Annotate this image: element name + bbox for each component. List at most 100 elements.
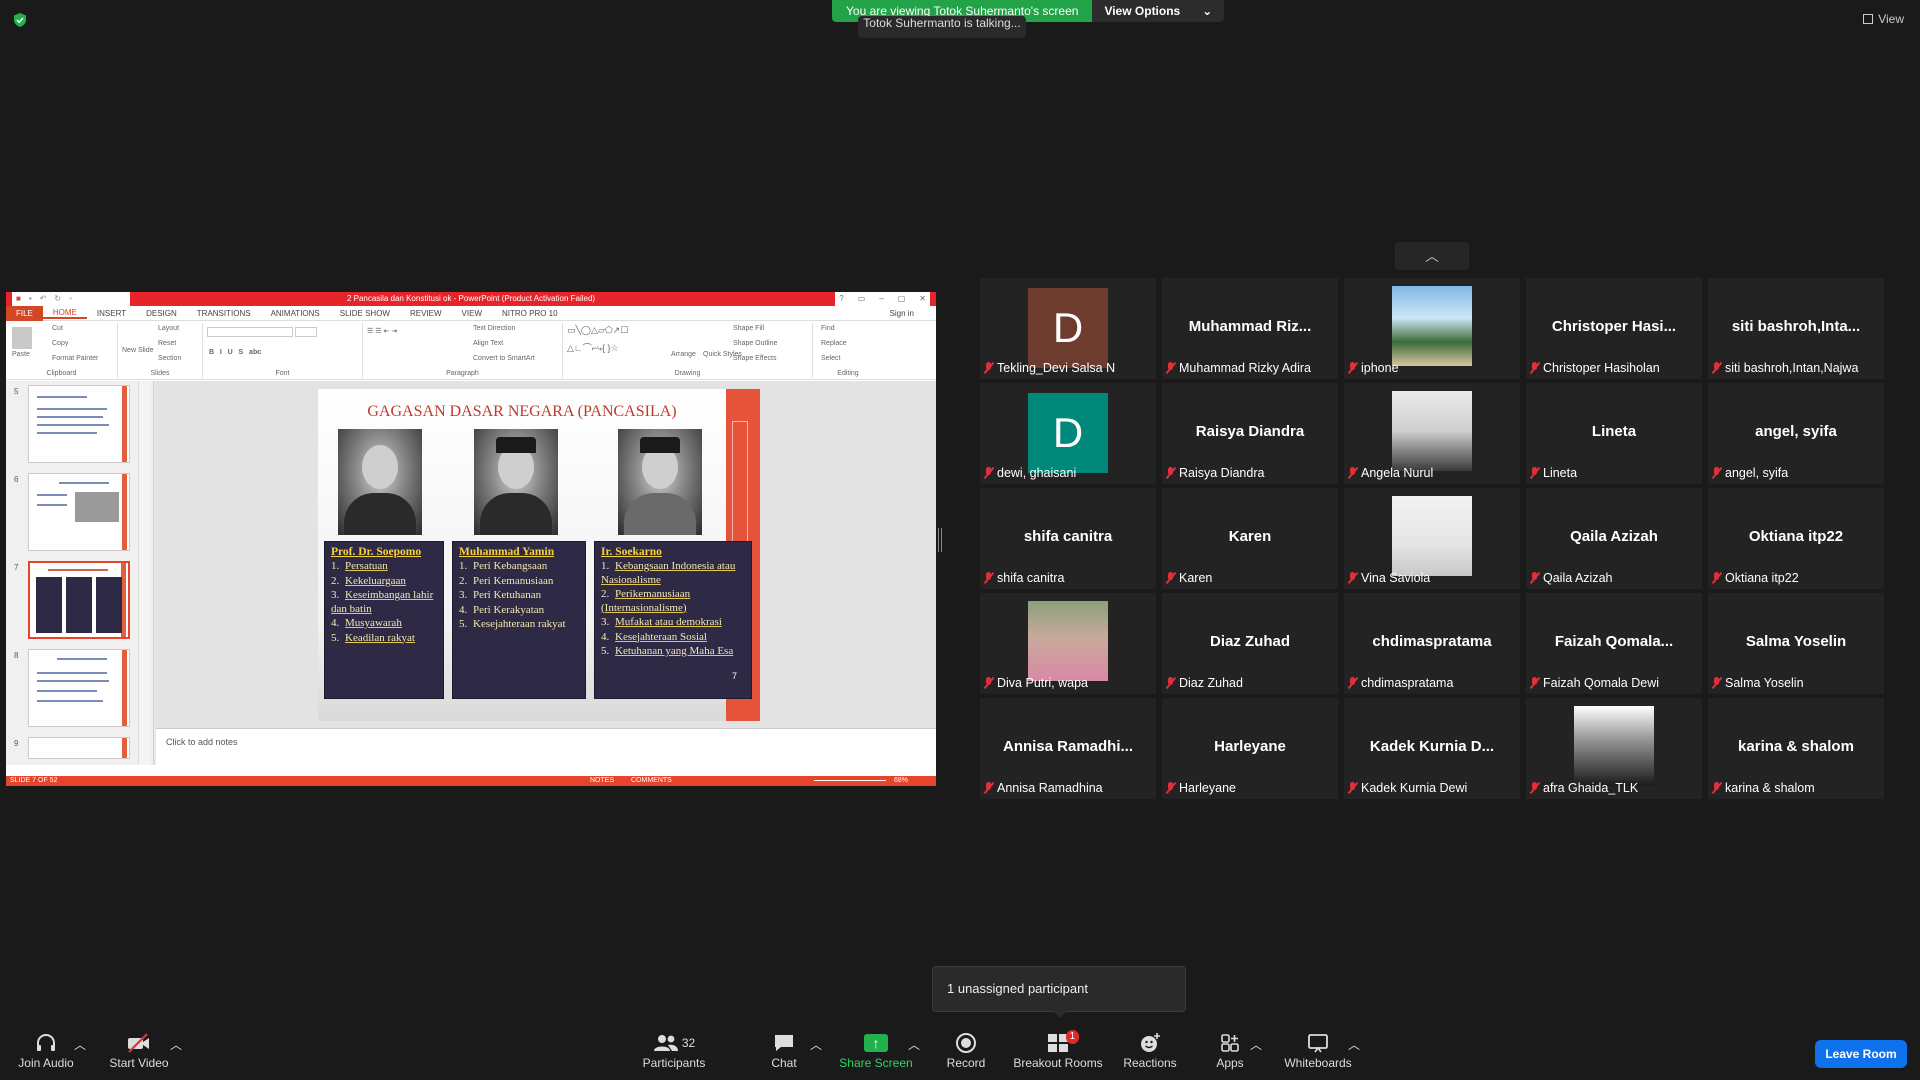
participant-tile[interactable]: Muhammad Riz... Muhammad Rizky Adira [1162,278,1338,379]
participant-tile[interactable]: Raisya Diandra Raisya Diandra [1162,383,1338,484]
participant-video-frame [1392,496,1472,576]
participant-name-label: Karen [1166,571,1212,585]
leave-room-button[interactable]: Leave Room [1815,1040,1907,1068]
breakout-rooms-label: Breakout Rooms [1013,1056,1103,1070]
view-label: View [1878,12,1904,26]
participant-tile[interactable]: karina & shalom karina & shalom [1708,698,1884,799]
text-direction-label: Text Direction [473,325,516,332]
participant-tile[interactable]: Oktiana itp22 Oktiana itp22 [1708,488,1884,589]
share-options-caret-icon[interactable]: ︿ [908,1036,920,1053]
participant-tile[interactable]: Angela Nurul [1344,383,1520,484]
participant-tile[interactable]: Diaz Zuhad Diaz Zuhad [1162,593,1338,694]
participant-tile[interactable]: Vina Saviola [1344,488,1520,589]
participant-display-name: Christoper Hasi... [1551,318,1677,335]
participant-tile[interactable]: Qaila Azizah Qaila Azizah [1526,488,1702,589]
thumbnail-number: 7 [14,563,19,572]
record-icon [930,1030,1002,1056]
participant-name: iphone [1361,361,1399,375]
participant-tile[interactable]: Karen Karen [1162,488,1338,589]
participant-name-label: Diaz Zuhad [1166,676,1243,690]
participant-tile[interactable]: shifa canitra shifa canitra [980,488,1156,589]
list-item: 1. Persatuan [331,560,388,572]
participant-tile[interactable]: D Tekling_Devi Salsa N [980,278,1156,379]
participant-tile[interactable]: Faizah Qomala... Faizah Qomala Dewi [1526,593,1702,694]
participant-display-name: Diaz Zuhad [1209,633,1290,650]
participant-video-frame [1392,391,1472,471]
apps-options-caret-icon[interactable]: ︿ [1250,1036,1262,1053]
participant-tile[interactable]: Diva Putri, wapa [980,593,1156,694]
whiteboards-options-caret-icon[interactable]: ︿ [1348,1036,1360,1053]
start-video-button[interactable]: Start Video [100,1030,178,1070]
participant-tile[interactable]: Annisa Ramadhi... Annisa Ramadhina [980,698,1156,799]
participant-name-label: Lineta [1530,466,1577,480]
participant-tile[interactable]: siti bashroh,Inta... siti bashroh,Intan,N… [1708,278,1884,379]
participant-tile[interactable]: chdimaspratama chdimaspratama [1344,593,1520,694]
video-options-caret-icon[interactable]: ︿ [170,1036,182,1053]
tab-transitions: TRANSITIONS [196,308,251,318]
slide-canvas: GAGASAN DASAR NEGARA (PANCASILA) Prof. D… [318,389,760,721]
list-item: 3. Keseimbangan lahir dan batin [331,589,434,615]
participant-tile[interactable]: iphone [1344,278,1520,379]
participant-tile[interactable]: Harleyane Harleyane [1162,698,1338,799]
panel-heading: Muhammad Yamin [459,546,555,558]
mic-muted-icon [1530,677,1539,689]
bullets-icon: ☰ ☰ ⇤ ⇥ [367,328,398,335]
participant-tile[interactable]: Lineta Lineta [1526,383,1702,484]
list-item: 4. Peri Kerakyatan [459,603,545,616]
whiteboard-icon [1280,1030,1356,1056]
record-button[interactable]: Record [930,1030,1002,1070]
participant-name-label: dewi, ghaisani [984,466,1076,480]
participant-tile[interactable]: angel, syifa angel, syifa [1708,383,1884,484]
participant-name-label: Annisa Ramadhina [984,781,1103,795]
participant-name-label: shifa canitra [984,571,1064,585]
participant-tile[interactable]: Christoper Hasi... Christoper Hasiholan [1526,278,1702,379]
participant-display-name: karina & shalom [1738,738,1854,755]
participant-name-label: Diva Putri, wapa [984,676,1088,690]
gallery-view-icon [1863,14,1874,24]
join-audio-button[interactable]: Join Audio [10,1030,82,1070]
breakout-rooms-button[interactable]: 1 Breakout Rooms [1010,1030,1106,1070]
encryption-shield-icon[interactable] [12,12,28,28]
participant-count: 32 [681,1036,696,1050]
ribbon-display-icon: ▭ [857,294,866,303]
mic-muted-icon [984,572,993,584]
mic-muted-icon [984,782,993,794]
thumbnail-number: 8 [14,651,19,660]
participant-display-name: Qaila Azizah [1570,528,1658,545]
thumbnail-number: 6 [14,475,19,484]
view-options-label: View Options [1104,4,1181,18]
participant-tile[interactable]: afra Ghaida_TLK [1526,698,1702,799]
view-button[interactable]: View [1863,12,1904,26]
split-view-divider[interactable] [938,528,942,552]
gallery-collapse-button[interactable]: ︿ [1395,242,1469,270]
whiteboards-button[interactable]: Whiteboards [1280,1030,1356,1070]
list-item: 4. Kesejahteraan Sosial [601,630,707,643]
mic-muted-icon [1712,572,1721,584]
mic-muted-icon [1166,467,1175,479]
participants-button[interactable]: 32 Participants [638,1030,710,1070]
view-options-button[interactable]: View Options ⌄ [1092,0,1225,22]
chat-options-caret-icon[interactable]: ︿ [810,1036,822,1053]
participant-name-label: Christoper Hasiholan [1530,361,1660,375]
participant-tile[interactable]: Salma Yoselin Salma Yoselin [1708,593,1884,694]
thumbnail-image [28,737,130,759]
reactions-button[interactable]: Reactions [1114,1030,1186,1070]
zoom-level: 68% [893,777,908,784]
unassigned-participant-toast[interactable]: 1 unassigned participant [932,966,1186,1018]
panel-heading: Ir. Soekarno [601,546,662,558]
cut-label: Cut [52,325,63,332]
participant-tile[interactable]: Kadek Kurnia D... Kadek Kurnia Dewi [1344,698,1520,799]
share-screen-button[interactable]: ↑ Share Screen [836,1030,916,1070]
mic-muted-icon [1166,572,1175,584]
participant-name-label: Faizah Qomala Dewi [1530,676,1659,690]
participant-name: Tekling_Devi Salsa N [997,361,1116,375]
slide-counter: SLIDE 7 OF 52 [10,777,58,784]
participant-name-label: Muhammad Rizky Adira [1166,361,1311,375]
panel-soekarno: Ir. Soekarno 1. Kebangsaan Indonesia atau… [594,541,752,699]
audio-options-caret-icon[interactable]: ︿ [74,1036,86,1053]
mic-muted-icon [1348,467,1357,479]
participant-name-label: iphone [1348,361,1399,375]
participant-tile[interactable]: Ddewi, ghaisani [980,383,1156,484]
slide-page-number: 7 [732,671,738,681]
thumbnail-image [28,385,130,463]
